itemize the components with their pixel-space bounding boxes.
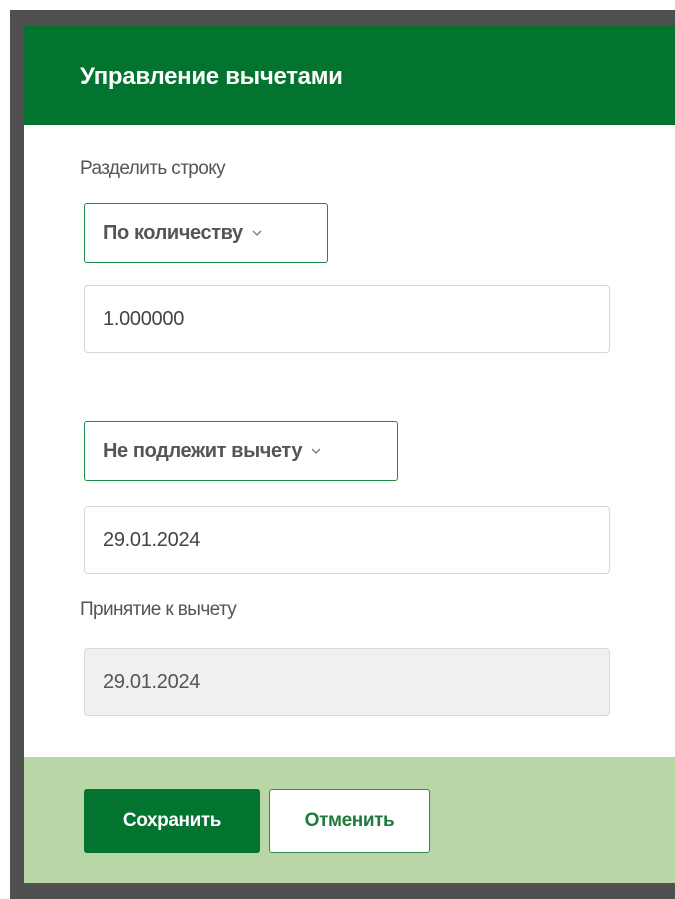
date-input[interactable] <box>84 506 610 574</box>
dialog-header: Управление вычетами <box>24 25 675 125</box>
chevron-down-icon <box>252 230 262 236</box>
cancel-button[interactable]: Отменить <box>269 789 430 853</box>
acceptance-label: Принятие к вычету <box>80 599 237 620</box>
deduction-mode-dropdown[interactable]: Не подлежит вычету <box>84 421 398 481</box>
dialog-title: Управление вычетами <box>80 63 343 90</box>
split-row-label: Разделить строку <box>80 158 226 179</box>
app-frame: Управление вычетами Разделить строку По … <box>0 0 675 899</box>
deduction-mode-selected: Не подлежит вычету <box>103 439 303 462</box>
backdrop-top <box>10 10 675 25</box>
backdrop-left <box>10 10 24 884</box>
dialog-footer: Сохранить Отменить <box>24 757 675 883</box>
save-button[interactable]: Сохранить <box>84 789 260 853</box>
backdrop-bottom <box>10 883 675 899</box>
split-mode-selected: По количеству <box>103 221 243 244</box>
chevron-down-icon <box>311 448 321 454</box>
quantity-input[interactable] <box>84 285 610 353</box>
split-mode-dropdown[interactable]: По количеству <box>84 203 328 263</box>
acceptance-date-field <box>84 648 610 716</box>
deductions-dialog: Управление вычетами Разделить строку По … <box>24 25 675 883</box>
